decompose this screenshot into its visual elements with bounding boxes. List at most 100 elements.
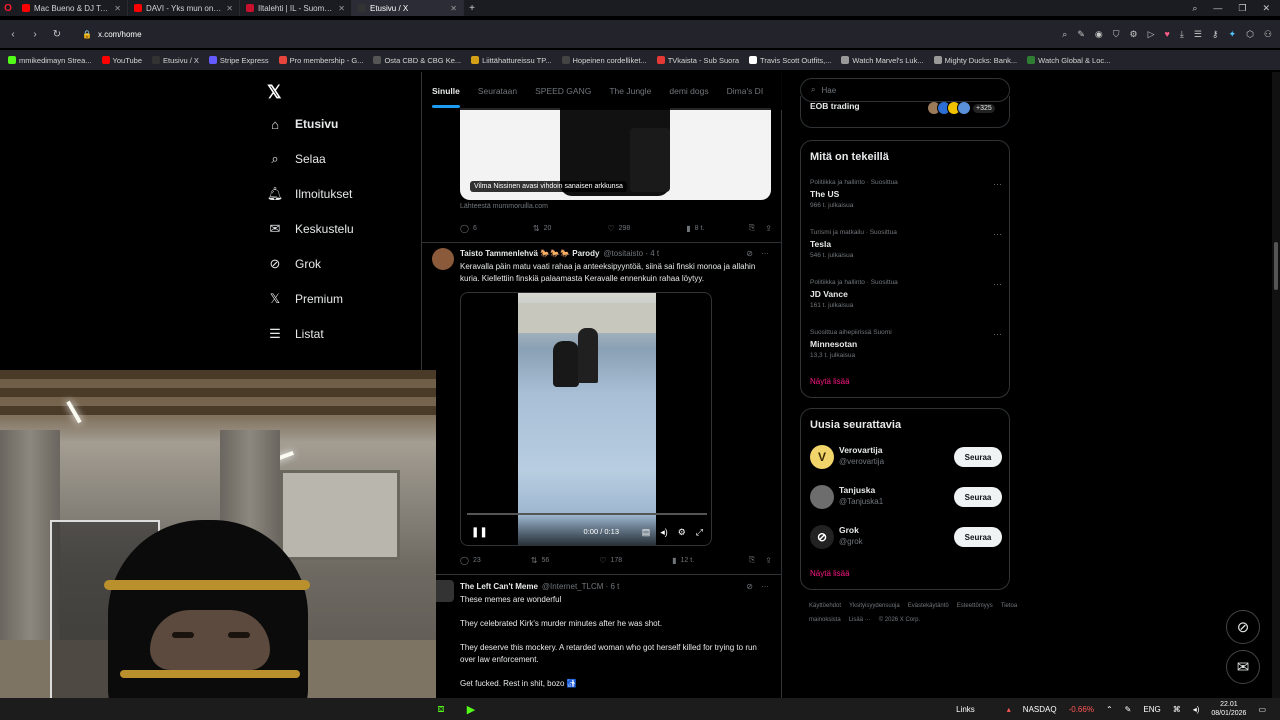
wallet-icon[interactable]: ⚷ <box>1212 29 1219 40</box>
link-source[interactable]: Lähteestä mummoruilla.com <box>460 203 548 210</box>
bookmark-item[interactable]: Liittähattureissu TP... <box>471 56 552 65</box>
bookmark-item[interactable]: Watch Marvel's Luk... <box>841 56 924 65</box>
search-tabs-icon[interactable]: ⌕ <box>1192 0 1197 16</box>
reload-button[interactable]: ↻ <box>52 29 62 40</box>
account-handle[interactable]: @Tanjuska1 <box>839 497 883 506</box>
bookmark-item[interactable]: Stripe Express <box>208 56 269 65</box>
bookmark-item[interactable]: Mighty Ducks: Bank... <box>933 56 1017 65</box>
fullscreen-icon[interactable]: ⤢ <box>696 527 703 538</box>
bookmark-item[interactable]: YouTube <box>101 56 142 65</box>
url-field[interactable]: 🔒 x.com/home <box>82 30 142 39</box>
close-tab-icon[interactable]: ✕ <box>450 4 457 13</box>
search-input[interactable]: ⌕ Hae <box>800 78 1010 102</box>
footer-link[interactable]: Esteettömyys <box>957 603 993 609</box>
settings-icon[interactable]: ⚙ <box>678 527 686 538</box>
volume-icon[interactable]: ◂) <box>660 527 668 538</box>
post-image[interactable]: Vilma Nissinen avasi vihdoin sanaisen ar… <box>460 108 771 200</box>
footer-link[interactable]: Lisää ··· <box>849 617 871 623</box>
browser-tab[interactable]: DAVI - Yks mun ongelmii✕ <box>128 0 240 16</box>
opera-icon[interactable]: O <box>0 0 16 16</box>
video-player[interactable]: ❚❚ 0:00 / 0:13 ▤ ◂) ⚙ ⤢ <box>460 292 712 546</box>
grok-icon[interactable]: ⊘ <box>746 249 753 258</box>
footer-link[interactable]: © 2026 X Corp. <box>879 617 920 623</box>
snapshot-icon[interactable]: ✎ <box>1077 29 1085 40</box>
network-icon[interactable]: ⌘ <box>1173 705 1181 714</box>
avatar[interactable]: ⊘ <box>810 525 834 549</box>
grok-float-button[interactable]: ⊘ <box>1226 610 1260 644</box>
timeline-tab[interactable]: The Jungle <box>609 86 651 96</box>
account-name[interactable]: Verovartija <box>839 445 882 455</box>
nav-item-premium[interactable]: 𝕏 Premium <box>267 291 343 307</box>
browser-tab[interactable]: Etusivu / X ✕ <box>352 0 464 16</box>
kick-app-icon[interactable]: ⧈ <box>432 700 450 718</box>
play-icon[interactable]: ▷ <box>1148 29 1155 40</box>
author-name[interactable]: Taisto Tammenlehvä 🐎🐎🐎 Parody <box>460 249 599 258</box>
avatar[interactable] <box>432 248 454 270</box>
nav-item-etusivu[interactable]: ⌂ Etusivu <box>267 116 338 132</box>
x-logo-icon[interactable]: 𝕏 <box>267 82 282 103</box>
page-scrollbar[interactable] <box>1272 72 1280 700</box>
timeline-tab[interactable]: Seurataan <box>478 86 517 96</box>
heart-icon[interactable]: ♥ <box>1165 29 1170 39</box>
tray-chevron-icon[interactable]: ⌃ <box>1106 705 1113 714</box>
account-name[interactable]: Tanjuska <box>839 485 875 495</box>
browser-tab[interactable]: Iltalehti | IL - Suomen suu ✕ <box>240 0 352 16</box>
timeline-tab[interactable]: SPEED GANG <box>535 86 591 96</box>
reply-button[interactable]: ◯ 23 <box>460 556 481 565</box>
search-icon[interactable]: ⌕ <box>1062 29 1067 40</box>
reply-button[interactable]: ◯ 6 <box>460 224 477 233</box>
nav-item-selaa[interactable]: ⌕ Selaa <box>267 151 325 167</box>
scrollbar-thumb[interactable] <box>1274 242 1278 290</box>
stock-ticker[interactable]: NASDAQ <box>1023 705 1057 714</box>
views-button[interactable]: ▮ 12 t. <box>672 556 694 565</box>
bookmark-item[interactable]: Travis Scott Outfits,... <box>749 56 831 65</box>
bookmark-item[interactable]: TVkaista - Sub Suora <box>656 56 739 65</box>
back-button[interactable]: ‹ <box>8 29 18 40</box>
like-button[interactable]: ♡ 178 <box>599 556 622 565</box>
author-name[interactable]: The Left Can't Meme <box>460 582 538 591</box>
more-icon[interactable]: ··· <box>993 279 1002 289</box>
avatar[interactable] <box>810 485 834 509</box>
browser-tab[interactable]: Mac Bueno & DJ Tatc - No✕ <box>16 0 128 16</box>
video-progress-bar[interactable] <box>467 513 707 515</box>
restore-button[interactable]: ❐ <box>1238 0 1246 16</box>
volume-icon[interactable]: ◂) <box>1193 705 1200 714</box>
nav-item-listat[interactable]: ☰ Listat <box>267 326 324 342</box>
share-button[interactable]: ⇪ <box>765 556 772 565</box>
views-button[interactable]: ▮ 8 t. <box>686 224 704 233</box>
account-name[interactable]: Grok <box>839 525 859 535</box>
minimize-button[interactable]: — <box>1213 0 1222 16</box>
links-toolbar[interactable]: Links <box>956 705 975 714</box>
trend-item[interactable]: Politiikka ja hallinto · Suosittua The US… <box>810 179 1002 209</box>
shield-icon[interactable]: ⛉ <box>1113 29 1120 40</box>
bookmark-button[interactable]: ⎘ <box>749 223 755 233</box>
grok-icon[interactable]: ⊘ <box>746 582 753 591</box>
cube-icon[interactable]: ⬡ <box>1246 29 1254 40</box>
bookmark-item[interactable]: Hopeinen cordelliket... <box>561 56 647 65</box>
more-icon[interactable]: ··· <box>993 179 1002 189</box>
bookmark-item[interactable]: mmikedimayn Strea... <box>8 56 92 65</box>
more-icon[interactable]: ··· <box>993 329 1002 339</box>
footer-link[interactable]: Käyttöehdot <box>809 603 841 609</box>
forward-button[interactable]: › <box>30 29 40 40</box>
bookmark-button[interactable]: ⎘ <box>749 555 755 565</box>
nav-item-ilmoitukset[interactable]: 🔔︎ Ilmoitukset <box>267 186 353 202</box>
repost-button[interactable]: ⇅ 56 <box>531 556 550 565</box>
author-handle[interactable]: @Internet_TLCM · 6 t <box>542 582 619 591</box>
language-indicator[interactable]: ENG <box>1143 705 1160 714</box>
pen-icon[interactable]: ✎ <box>1125 705 1132 714</box>
show-more-link[interactable]: Näytä lisää <box>810 377 850 386</box>
like-button[interactable]: ♡ 298 <box>607 224 630 233</box>
author-handle[interactable]: @tositaisto · 4 t <box>603 249 659 258</box>
footer-link[interactable]: Evästekäytäntö <box>908 603 949 609</box>
captions-icon[interactable]: ▤ <box>642 527 651 538</box>
close-tab-icon[interactable]: ✕ <box>226 4 233 13</box>
profile-icon[interactable]: ⚇ <box>1264 29 1272 40</box>
follow-button[interactable]: Seuraa <box>954 447 1002 467</box>
stream-app-icon[interactable]: ▶ <box>462 700 480 718</box>
account-handle[interactable]: @grok <box>839 537 863 546</box>
close-tab-icon[interactable]: ✕ <box>338 4 345 13</box>
trend-item[interactable]: Turismi ja matkailu · Suosittua Tesla 546 … <box>810 229 1002 259</box>
bookmark-item[interactable]: Etusivu / X <box>152 56 199 65</box>
pause-icon[interactable]: ❚❚ <box>471 527 488 538</box>
